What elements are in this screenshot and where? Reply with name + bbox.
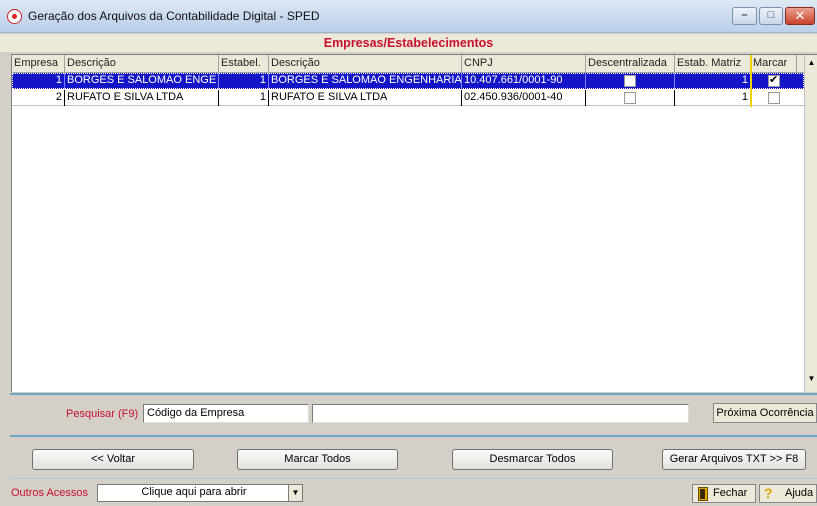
title-bar: Geração dos Arquivos da Contabilidade Di… xyxy=(0,0,817,33)
descentralizada-checkbox[interactable] xyxy=(624,75,636,87)
descentralizada-checkbox[interactable] xyxy=(624,92,636,104)
help-button-label: Ajuda xyxy=(785,487,814,499)
maximize-button[interactable]: □ xyxy=(759,7,783,25)
grid-header: Empresa Descrição Estabel. Descrição CNP… xyxy=(12,55,804,73)
divider xyxy=(10,393,817,395)
help-icon: ? xyxy=(764,485,773,501)
cell-cnpj: 02.450.936/0001-40 xyxy=(462,90,586,106)
vertical-scrollbar[interactable]: ▲ ▼ xyxy=(804,55,817,392)
minimize-button[interactable]: – xyxy=(732,7,757,25)
cell-descricao-empresa: RUFATO E SILVA LTDA xyxy=(65,90,219,106)
cell-marcar xyxy=(751,90,797,106)
combo-value: Clique aqui para abrir xyxy=(141,486,247,498)
maximize-icon: □ xyxy=(767,9,775,21)
other-access-combo[interactable]: Clique aqui para abrir ▼ xyxy=(97,484,303,502)
cell-descricao-empresa: BORGES E SALOMAO ENGE xyxy=(65,73,219,89)
back-button[interactable]: << Voltar xyxy=(32,449,194,470)
minimize-icon: – xyxy=(741,9,748,21)
close-window-button[interactable]: ✕ xyxy=(785,7,815,25)
cell-empresa: 1 xyxy=(12,73,65,89)
search-label: Pesquisar (F9) xyxy=(66,408,139,420)
unmark-all-button[interactable]: Desmarcar Todos xyxy=(452,449,613,470)
cell-estab-matriz: 1 xyxy=(675,90,751,106)
column-resize-indicator xyxy=(750,55,752,107)
marcar-checkbox[interactable] xyxy=(768,74,780,87)
header-descricao-estab[interactable]: Descrição xyxy=(269,55,462,73)
close-button[interactable]: Fechar xyxy=(692,484,756,503)
cell-empresa: 2 xyxy=(12,90,65,106)
header-descentralizada[interactable]: Descentralizada xyxy=(586,55,675,73)
header-descricao-empresa[interactable]: Descrição xyxy=(65,55,219,73)
table-row[interactable]: 2 RUFATO E SILVA LTDA 1 RUFATO E SILVA L… xyxy=(12,90,804,106)
divider xyxy=(10,478,817,479)
scroll-up-icon[interactable]: ▲ xyxy=(805,56,817,70)
mark-all-button[interactable]: Marcar Todos xyxy=(237,449,398,470)
cell-marcar xyxy=(751,73,797,89)
header-empresa[interactable]: Empresa xyxy=(12,55,65,73)
cell-descricao-estab: BORGES E SALOMAO ENGENHARIA xyxy=(269,73,462,89)
chevron-down-icon[interactable]: ▼ xyxy=(288,485,302,501)
table-row[interactable]: 1 BORGES E SALOMAO ENGE 1 BORGES E SALOM… xyxy=(12,73,804,89)
help-button[interactable]: ? Ajuda xyxy=(759,484,817,503)
close-button-label: Fechar xyxy=(713,487,748,499)
marcar-checkbox[interactable] xyxy=(768,92,780,104)
cell-cnpj: 10.407.661/0001-90 xyxy=(462,73,586,89)
divider xyxy=(10,435,817,437)
header-marcar[interactable]: Marcar xyxy=(751,55,797,73)
generate-txt-button[interactable]: Gerar Arquivos TXT >> F8 xyxy=(662,449,806,470)
header-estab-matriz[interactable]: Estab. Matriz xyxy=(675,55,751,73)
cell-descricao-estab: RUFATO E SILVA LTDA xyxy=(269,90,462,106)
exit-door-icon xyxy=(698,487,708,501)
cell-estabel: 1 xyxy=(219,73,269,89)
search-field-select[interactable]: Código da Empresa xyxy=(143,404,309,423)
cell-estabel: 1 xyxy=(219,90,269,106)
close-icon: ✕ xyxy=(794,8,806,23)
window-title: Geração dos Arquivos da Contabilidade Di… xyxy=(28,9,320,23)
companies-grid[interactable]: Empresa Descrição Estabel. Descrição CNP… xyxy=(11,54,817,392)
app-record-icon xyxy=(7,9,22,24)
cell-estab-matriz: 1 xyxy=(675,73,751,89)
cell-descentralizada xyxy=(586,90,675,106)
scroll-down-icon[interactable]: ▼ xyxy=(805,372,817,386)
sped-window: Geração dos Arquivos da Contabilidade Di… xyxy=(0,0,817,506)
section-title: Empresas/Estabelecimentos xyxy=(0,34,817,52)
other-access-label: Outros Acessos xyxy=(11,487,89,499)
cell-descentralizada xyxy=(586,73,675,89)
header-cnpj[interactable]: CNPJ xyxy=(462,55,586,73)
header-estabel[interactable]: Estabel. xyxy=(219,55,269,73)
search-input[interactable] xyxy=(312,404,689,423)
next-occurrence-button[interactable]: Próxima Ocorrência xyxy=(713,403,817,423)
